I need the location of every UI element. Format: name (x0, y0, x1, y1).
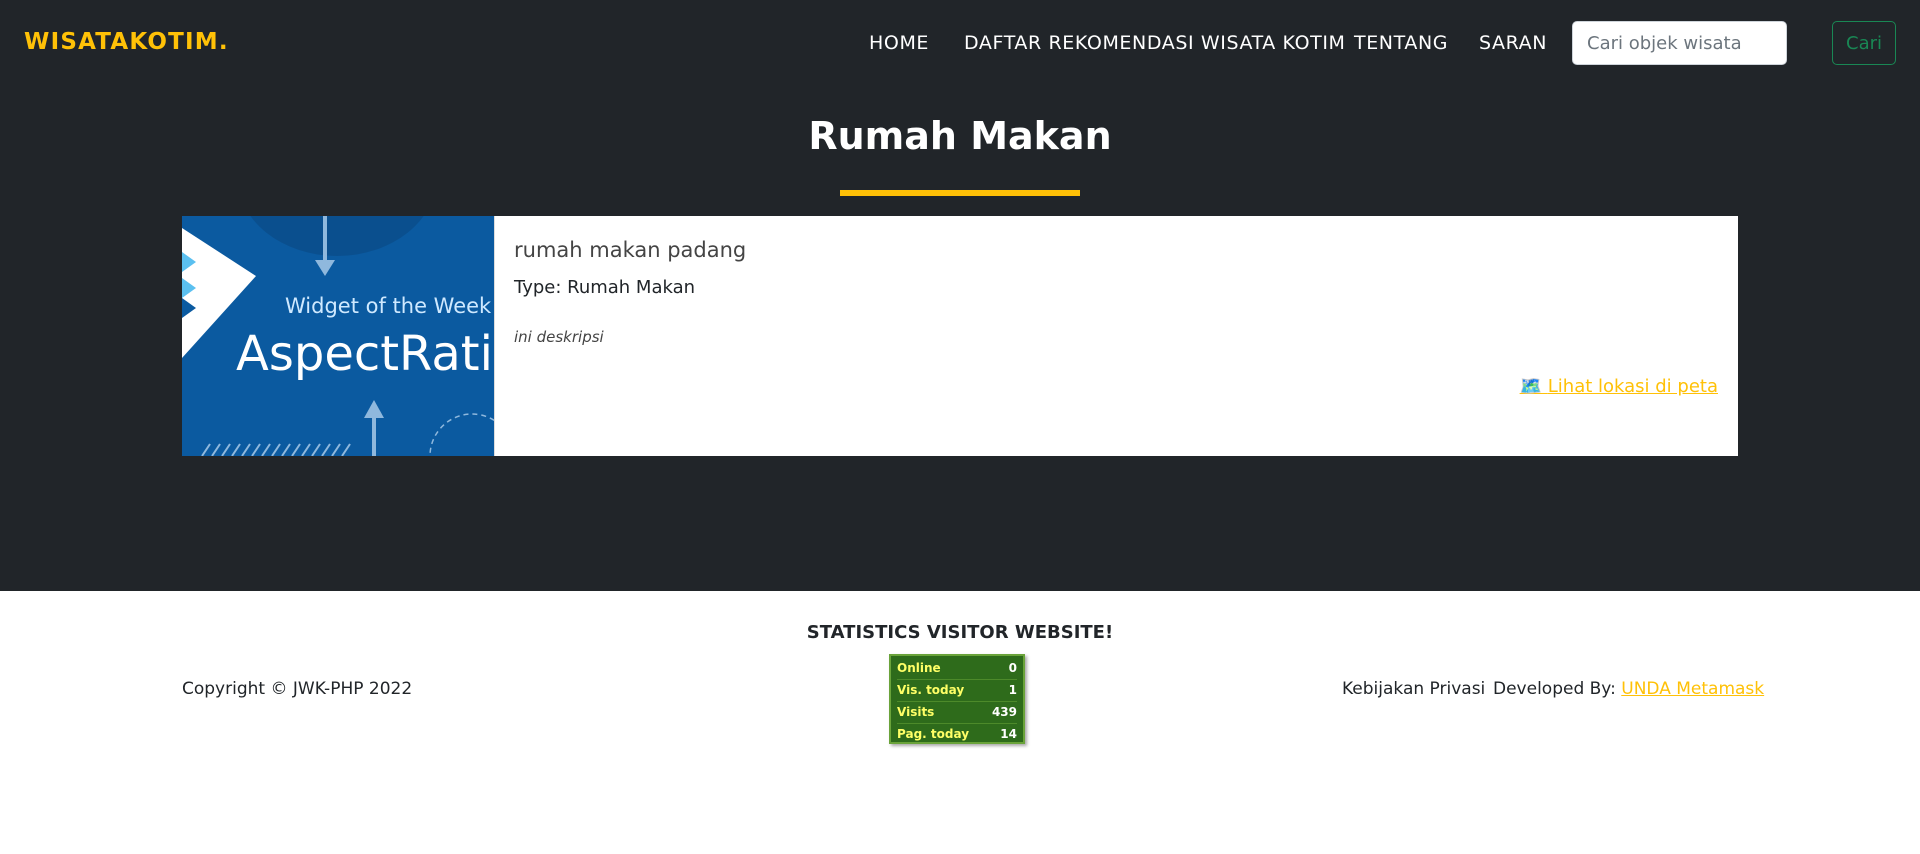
place-description: ini deskripsi (514, 328, 604, 346)
title-underline (840, 190, 1080, 196)
visitor-stats-widget[interactable]: Online 0 Vis. today 1 Visits 439 Pag. today… (889, 654, 1025, 744)
thumbnail-widget-text: Widget of the Week (285, 294, 492, 318)
search-input[interactable] (1572, 21, 1787, 65)
map-location-link[interactable]: 🗺️ Lihat lokasi di peta (1520, 376, 1718, 397)
place-type: Type: Rumah Makan (514, 277, 696, 298)
page-title: Rumah Makan (808, 114, 1112, 158)
developed-by: Developed By: UNDA Metamask (1493, 679, 1764, 699)
main-section: WISATAKOTIM. HOME DAFTAR REKOMENDASI WIS… (0, 0, 1920, 591)
map-icon: 🗺️ (1519, 376, 1543, 397)
stats-row: Vis. today 1 (897, 680, 1017, 702)
place-thumbnail: Widget of the Week AspectRatio (182, 216, 495, 456)
nav-home[interactable]: HOME (869, 32, 929, 54)
place-name: rumah makan padang (514, 238, 747, 262)
stats-row: Online 0 (897, 658, 1017, 680)
stats-title: STATISTICS VISITOR WEBSITE! (806, 622, 1114, 643)
developer-link[interactable]: UNDA Metamask (1621, 679, 1764, 699)
nav-saran[interactable]: SARAN (1479, 32, 1547, 54)
thumbnail-title-text: AspectRatio (236, 326, 495, 382)
privacy-link[interactable]: Kebijakan Privasi (1342, 679, 1485, 699)
place-card: Widget of the Week AspectRatio rumah mak… (182, 216, 1738, 456)
nav-daftar-rekomendasi[interactable]: DAFTAR REKOMENDASI WISATA KOTIM (964, 32, 1346, 54)
stats-row: Visits 439 (897, 702, 1017, 724)
developed-by-label: Developed By: (1493, 679, 1616, 699)
search-button[interactable]: Cari (1832, 21, 1896, 65)
stats-row: Pag. today 14 (897, 727, 1017, 741)
copyright: Copyright © JWK-PHP 2022 (182, 679, 413, 699)
nav-tentang[interactable]: TENTANG (1354, 32, 1448, 54)
map-link-label: Lihat lokasi di peta (1547, 376, 1718, 397)
navbar: WISATAKOTIM. HOME DAFTAR REKOMENDASI WIS… (0, 0, 1920, 88)
brand-logo[interactable]: WISATAKOTIM. (24, 29, 229, 55)
